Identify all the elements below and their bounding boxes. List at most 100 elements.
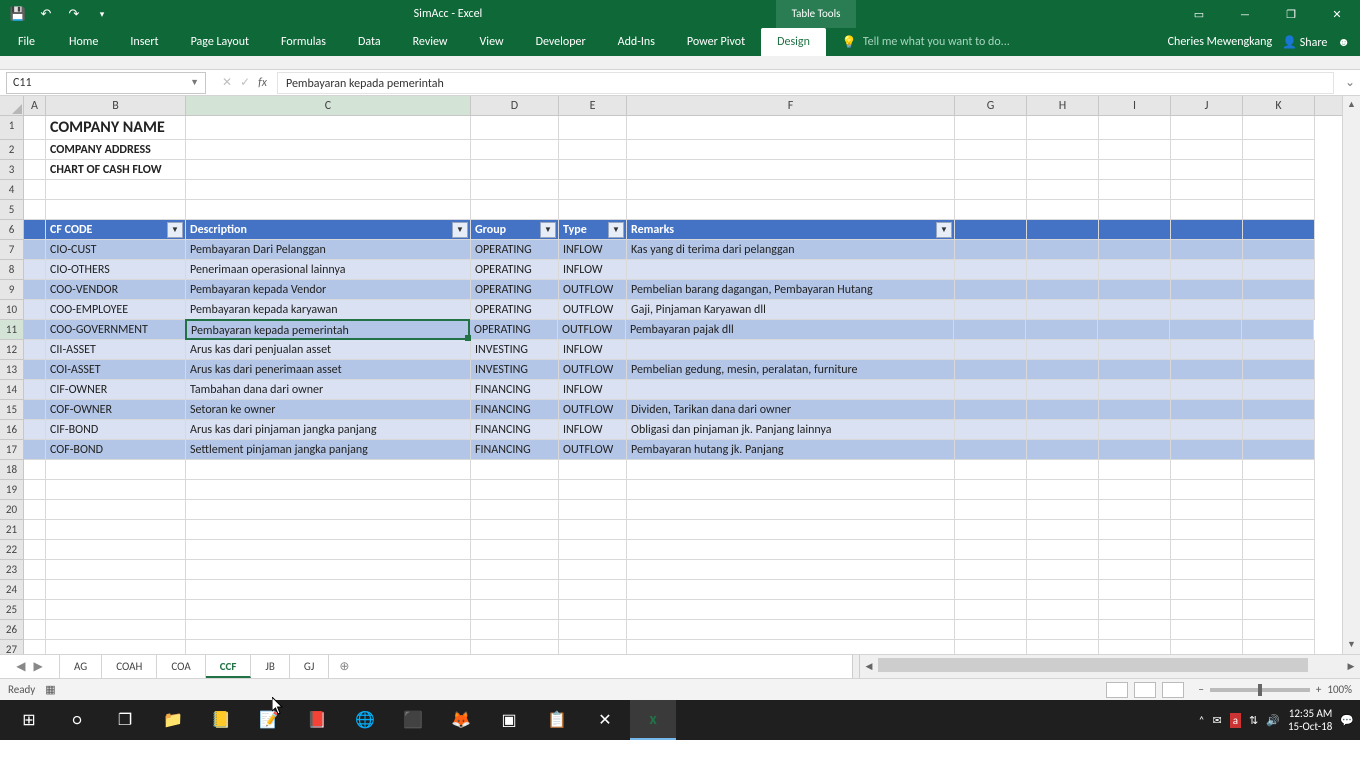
cell[interactable] <box>1243 200 1315 220</box>
ribbon-options-icon[interactable]: ▭ <box>1176 0 1222 28</box>
cell[interactable] <box>24 500 46 520</box>
cell[interactable]: INVESTING <box>471 340 559 360</box>
cell[interactable] <box>1027 380 1099 400</box>
cell[interactable]: COF-OWNER <box>46 400 186 420</box>
cell-grid[interactable]: COMPANY NAMECOMPANY ADDRESSCHART OF CASH… <box>24 116 1342 654</box>
formula-bar[interactable]: Pembayaran kepada pemerintah <box>277 72 1334 94</box>
cell[interactable] <box>1027 540 1099 560</box>
cell[interactable]: FINANCING <box>471 380 559 400</box>
cell[interactable] <box>186 600 471 620</box>
cell[interactable] <box>1171 480 1243 500</box>
row-header[interactable]: 23 <box>0 560 23 580</box>
row-header[interactable]: 27 <box>0 640 23 654</box>
cell[interactable] <box>1098 320 1170 340</box>
cell[interactable] <box>559 540 627 560</box>
tab-data[interactable]: Data <box>342 28 397 56</box>
filter-dropdown-icon[interactable]: ▼ <box>608 222 624 238</box>
taskbar-app-icon[interactable]: 🌐 <box>342 700 388 740</box>
cell[interactable] <box>1243 360 1315 380</box>
cell[interactable] <box>186 480 471 500</box>
cell[interactable] <box>1171 580 1243 600</box>
cell[interactable]: OUTFLOW <box>559 300 627 320</box>
cell[interactable] <box>1099 400 1171 420</box>
normal-view-button[interactable] <box>1106 682 1128 698</box>
cell[interactable]: Pembelian gedung, mesin, peralatan, furn… <box>627 360 955 380</box>
cell[interactable] <box>955 480 1027 500</box>
filter-dropdown-icon[interactable]: ▼ <box>540 222 556 238</box>
cell[interactable] <box>186 116 471 140</box>
cell[interactable] <box>186 520 471 540</box>
cell[interactable] <box>955 540 1027 560</box>
column-header[interactable]: K <box>1243 96 1315 115</box>
cell[interactable] <box>627 340 955 360</box>
cell[interactable] <box>471 140 559 160</box>
cell[interactable] <box>186 160 471 180</box>
cell[interactable] <box>627 620 955 640</box>
cell[interactable] <box>1099 480 1171 500</box>
cell[interactable] <box>1243 640 1315 654</box>
cell[interactable] <box>1099 360 1171 380</box>
taskbar-app-icon[interactable]: x <box>630 700 676 740</box>
cell[interactable] <box>627 520 955 540</box>
row-header[interactable]: 8 <box>0 260 23 280</box>
tab-add-ins[interactable]: Add-Ins <box>602 28 671 56</box>
cell[interactable] <box>46 620 186 640</box>
cell[interactable] <box>1243 460 1315 480</box>
cell[interactable]: FINANCING <box>471 420 559 440</box>
tab-nav[interactable]: ◀▶ <box>0 655 60 678</box>
cell[interactable] <box>1171 460 1243 480</box>
cell[interactable] <box>955 300 1027 320</box>
cell[interactable] <box>627 540 955 560</box>
cell[interactable] <box>955 580 1027 600</box>
cell[interactable] <box>1171 400 1243 420</box>
cell[interactable] <box>1243 260 1315 280</box>
enter-formula-icon[interactable]: ✓ <box>240 75 250 90</box>
cell[interactable] <box>1171 440 1243 460</box>
cell[interactable] <box>1027 240 1099 260</box>
cell[interactable]: OUTFLOW <box>558 320 626 340</box>
cell[interactable] <box>24 116 46 140</box>
taskbar-app-icon[interactable]: 📒 <box>198 700 244 740</box>
cell[interactable]: Pembayaran hutang jk. Panjang <box>627 440 955 460</box>
cell[interactable] <box>955 460 1027 480</box>
tray-expand-icon[interactable]: ˄ <box>1199 714 1205 727</box>
scrollbar-thumb[interactable] <box>878 658 1308 672</box>
cell[interactable] <box>46 560 186 580</box>
cell[interactable]: OUTFLOW <box>559 440 627 460</box>
cell[interactable] <box>46 520 186 540</box>
taskbar-app-icon[interactable]: 📝 <box>246 700 292 740</box>
row-header[interactable]: 16 <box>0 420 23 440</box>
row-header[interactable]: 1 <box>0 116 23 140</box>
cell[interactable] <box>955 520 1027 540</box>
cell[interactable] <box>559 620 627 640</box>
row-header[interactable]: 20 <box>0 500 23 520</box>
cell[interactable]: FINANCING <box>471 440 559 460</box>
cell[interactable]: COI-ASSET <box>46 360 186 380</box>
cell[interactable] <box>46 540 186 560</box>
cell[interactable] <box>24 520 46 540</box>
taskbar-app-icon[interactable]: ⬛ <box>390 700 436 740</box>
cell[interactable] <box>627 580 955 600</box>
cell[interactable] <box>471 620 559 640</box>
sheet-tab[interactable]: JB <box>251 655 290 678</box>
cell[interactable] <box>1027 500 1099 520</box>
cell[interactable] <box>1027 620 1099 640</box>
cell[interactable] <box>627 560 955 580</box>
column-header[interactable]: C <box>186 96 471 115</box>
row-header[interactable]: 19 <box>0 480 23 500</box>
row-header[interactable]: 9 <box>0 280 23 300</box>
column-header[interactable]: F <box>627 96 955 115</box>
filter-dropdown-icon[interactable]: ▼ <box>936 222 952 238</box>
cell[interactable] <box>1099 180 1171 200</box>
cell[interactable]: CHART OF CASH FLOW <box>46 160 186 180</box>
cell[interactable] <box>1243 280 1315 300</box>
cell[interactable] <box>1027 280 1099 300</box>
tab-insert[interactable]: Insert <box>114 28 174 56</box>
cell[interactable] <box>46 460 186 480</box>
cell[interactable]: Remarks▼ <box>627 220 955 240</box>
cell[interactable] <box>1026 320 1098 340</box>
cell[interactable] <box>1171 600 1243 620</box>
cell[interactable]: CIF-OWNER <box>46 380 186 400</box>
zoom-slider[interactable] <box>1210 688 1310 692</box>
cell[interactable]: Kas yang di terima dari pelanggan <box>627 240 955 260</box>
